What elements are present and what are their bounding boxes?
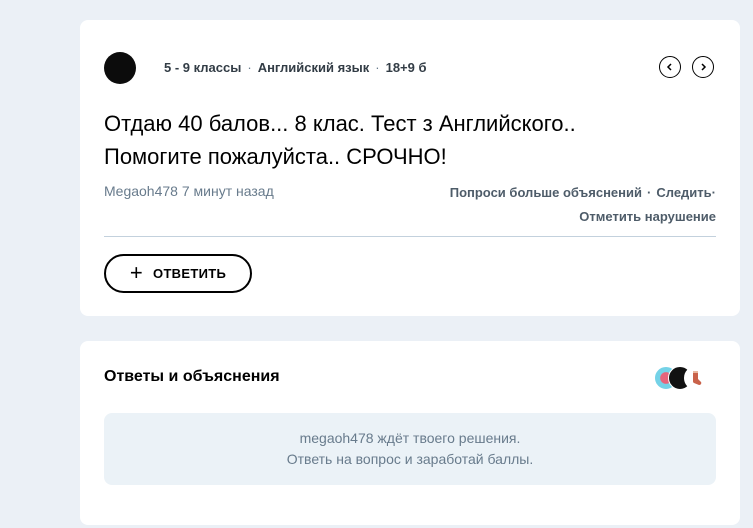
ask-more-link[interactable]: Попроси больше объяснений: [450, 185, 642, 200]
subject-link[interactable]: Английский язык: [258, 60, 370, 75]
helper-avatar: [684, 366, 708, 390]
meta-separator: ·: [375, 60, 380, 75]
post-time: 7 минут назад: [181, 183, 274, 199]
action-separator: ·: [711, 185, 716, 200]
empty-answers-text: megaoh478 ждёт твоего решения.: [299, 430, 521, 446]
divider: [104, 236, 716, 237]
author-avatar[interactable]: [104, 52, 136, 84]
helper-avatars: [654, 366, 714, 390]
question-card: 5 - 9 классы · Английский язык · 18+9 б Отда…: [80, 20, 740, 316]
empty-answers-box: megaoh478 ждёт твоего решения. Ответь на…: [104, 413, 716, 485]
action-separator: ·: [647, 185, 652, 200]
chevron-right-icon: [701, 63, 707, 71]
author-link[interactable]: Megaoh478: [104, 183, 178, 199]
next-question-button[interactable]: [692, 56, 714, 78]
follow-link[interactable]: Следить: [656, 185, 711, 200]
question-text-line: Отдаю 40 балов... 8 клас. Тест з Английс…: [104, 111, 576, 136]
answers-card: Ответы и объяснения megaoh478 ждёт твоег…: [80, 341, 740, 525]
empty-answers-hint: Ответь на вопрос и заработай баллы.: [286, 451, 534, 467]
meta-separator: ·: [247, 60, 252, 75]
grade-link[interactable]: 5 - 9 классы: [164, 60, 241, 75]
prev-question-button[interactable]: [659, 56, 681, 78]
points-badge: 18+9 б: [385, 60, 427, 75]
author-info: Megaoh478 7 минут назад: [104, 183, 274, 199]
chevron-left-icon: [666, 63, 672, 71]
question-meta: 5 - 9 классы · Английский язык · 18+9 б: [164, 60, 427, 75]
answer-button-label: ОТВЕТИТЬ: [153, 266, 227, 281]
sock-icon: [692, 371, 702, 386]
answer-button[interactable]: + ОТВЕТИТЬ: [104, 254, 252, 293]
plus-icon: +: [129, 259, 144, 285]
question-actions: Попроси больше объяснений · Следить·: [450, 185, 716, 200]
question-text: Отдаю 40 балов... 8 клас. Тест з Английс…: [104, 107, 664, 173]
question-text-line: Помогите пожалуйста.. СРОЧНО!: [104, 144, 447, 169]
report-link[interactable]: Отметить нарушение: [579, 209, 716, 224]
answers-title: Ответы и объяснения: [104, 368, 280, 385]
